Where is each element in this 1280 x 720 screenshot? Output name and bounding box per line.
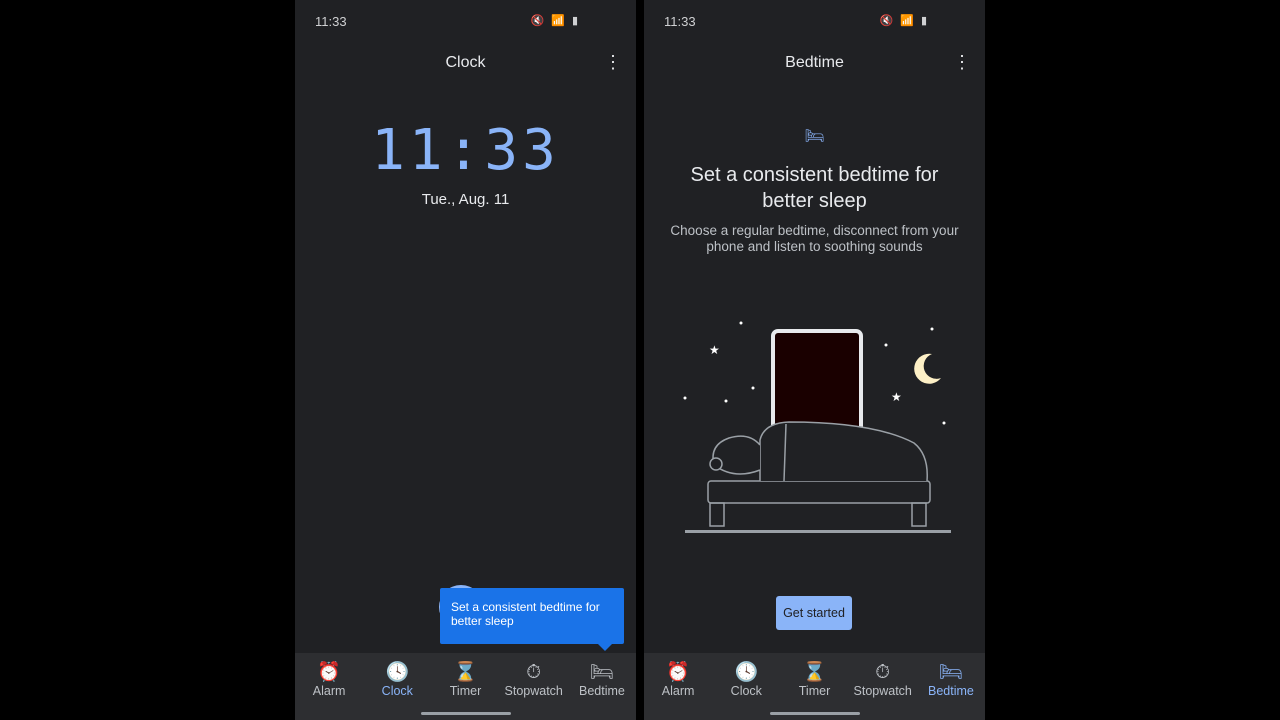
tab-bedtime[interactable]: 🛏 Bedtime (917, 653, 985, 720)
stopwatch-icon: ⏱ (526, 662, 542, 683)
tab-stopwatch[interactable]: ⏱ Stopwatch (849, 653, 917, 720)
hourglass-icon: ⌛ (802, 662, 827, 683)
bottom-nav: ⏰ Alarm 🕓 Clock ⌛ Timer ⏱ Stopwatch 🛏 Bedtime (295, 653, 636, 720)
clock-screen: 11:33 🔇 📶 ▮ Clock ⋮ 11:33 Tue., Aug. 11 … (295, 0, 636, 720)
status-time: 11:33 (315, 14, 347, 29)
tab-timer[interactable]: ⌛ Timer (431, 653, 499, 720)
bed-icon: 🛏 (804, 128, 825, 145)
hourglass-icon: ⌛ (453, 662, 478, 683)
tab-label: Clock (730, 684, 762, 698)
page-title: Bedtime (785, 54, 844, 71)
tab-label: Stopwatch (853, 684, 912, 698)
bed-icon: 🛏 (589, 662, 614, 683)
tab-label: Alarm (312, 684, 346, 698)
tab-stopwatch[interactable]: ⏱ Stopwatch (500, 653, 568, 720)
bedtime-heading: Set a consistent bedtime for better slee… (690, 164, 939, 212)
tab-bedtime[interactable]: 🛏 Bedtime (568, 653, 636, 720)
tab-clock[interactable]: 🕓 Clock (712, 653, 780, 720)
gesture-handle (421, 712, 511, 715)
bedtime-description: Choose a regular bedtime, disconnect fro… (670, 223, 959, 254)
get-started-button[interactable]: Get started (776, 596, 852, 630)
clock-icon: 🕓 (385, 662, 410, 683)
clock-icon: 🕓 (734, 662, 759, 683)
status-icons: 🔇 📶 ▮ (530, 15, 580, 27)
status-icons: 🔇 📶 ▮ (879, 15, 929, 27)
bedtime-tooltip[interactable]: Set a consistent bedtime for better slee… (440, 588, 624, 651)
date-label: Tue., Aug. 11 (421, 191, 510, 208)
tab-alarm[interactable]: ⏰ Alarm (644, 653, 712, 720)
status-time: 11:33 (664, 14, 696, 29)
tab-timer[interactable]: ⌛ Timer (780, 653, 848, 720)
tab-label: Timer (449, 684, 482, 698)
sleep-illustration: ★★ (683, 321, 951, 533)
svg-text:★: ★ (709, 343, 720, 357)
svg-text:★: ★ (891, 390, 902, 404)
alarm-icon: ⏰ (317, 662, 341, 683)
tab-label: Timer (798, 684, 831, 698)
tab-label: Clock (381, 684, 413, 698)
tab-label: Alarm (661, 684, 695, 698)
more-vert-icon[interactable]: ⋮ (953, 52, 971, 72)
digital-clock: 11:33 (371, 118, 560, 183)
tab-alarm[interactable]: ⏰ Alarm (295, 653, 363, 720)
gesture-handle (770, 712, 860, 715)
bottom-nav: ⏰ Alarm 🕓 Clock ⌛ Timer ⏱ Stopwatch 🛏 Bedtime (644, 653, 985, 720)
stopwatch-icon: ⏱ (875, 662, 891, 683)
bed-icon: 🛏 (938, 662, 963, 683)
tab-label: Bedtime (578, 684, 625, 698)
page-title: Clock (445, 54, 486, 71)
alarm-icon: ⏰ (666, 662, 690, 683)
tab-label: Bedtime (927, 684, 974, 698)
tab-clock[interactable]: 🕓 Clock (363, 653, 431, 720)
more-vert-icon[interactable]: ⋮ (604, 52, 622, 72)
bedtime-screen: 11:33 🔇 📶 ▮ Bedtime ⋮ 🛏 Set a consistent… (644, 0, 985, 720)
tab-label: Stopwatch (504, 684, 563, 698)
